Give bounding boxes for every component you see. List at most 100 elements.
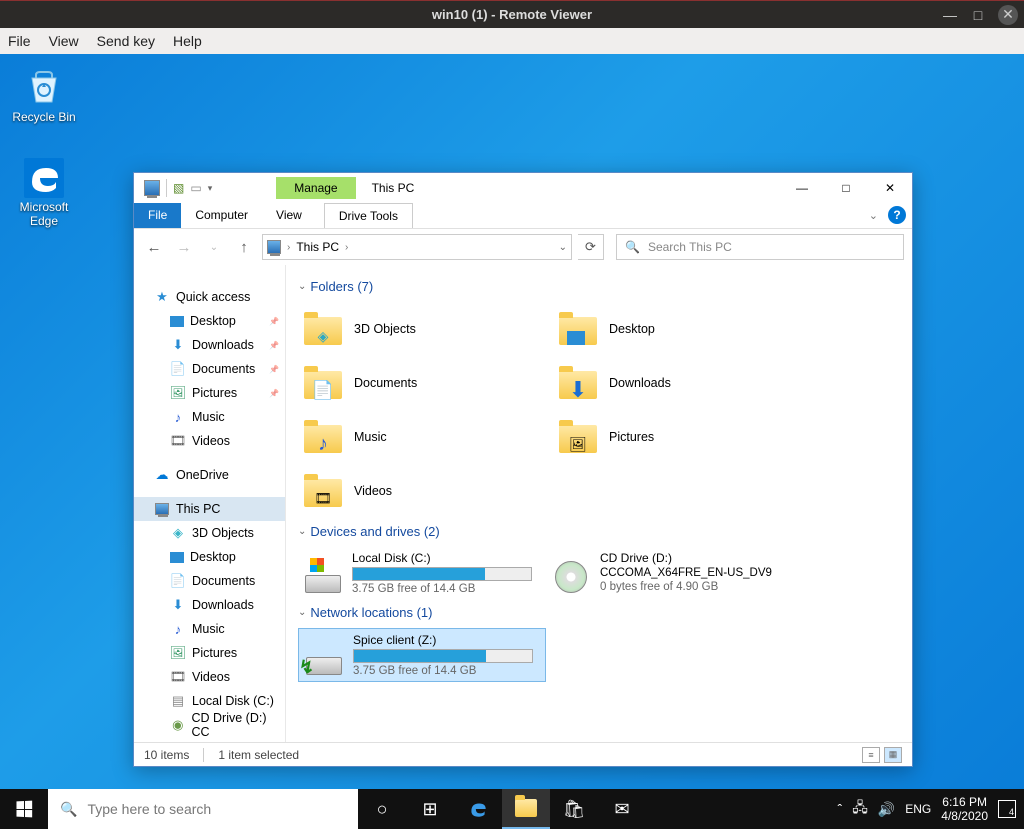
nav-qa-videos[interactable]: 🎞Videos — [134, 429, 285, 453]
taskbar-explorer-button[interactable] — [502, 789, 550, 829]
address-bar[interactable]: › This PC › ⌄ — [262, 234, 572, 260]
nav-recent-dropdown[interactable]: ⌄ — [202, 235, 226, 259]
rv-close-button[interactable]: ✕ — [998, 5, 1018, 25]
folder-videos[interactable]: 🎞Videos — [298, 464, 553, 518]
taskbar-store-button[interactable]: 🛍 — [550, 789, 598, 829]
disc-icon: ◉ — [170, 717, 186, 733]
folder-3d-objects[interactable]: ◈3D Objects — [298, 302, 553, 356]
nav-pc-desktop[interactable]: Desktop — [134, 545, 285, 569]
taskbar-search-input[interactable]: 🔍 Type here to search — [48, 789, 358, 829]
action-center-button[interactable]: 4 — [998, 800, 1016, 818]
tray-language[interactable]: ENG — [905, 802, 931, 816]
nav-qa-documents[interactable]: 📄Documents — [134, 357, 285, 381]
nav-qa-downloads[interactable]: ⬇Downloads — [134, 333, 285, 357]
breadcrumb-sep-icon[interactable]: › — [345, 242, 348, 253]
rv-minimize-button[interactable]: — — [936, 1, 964, 29]
drive-local-c[interactable]: Local Disk (C:) 3.75 GB free of 14.4 GB — [298, 547, 546, 599]
taskbar-edge-button[interactable] — [454, 789, 502, 829]
nav-up-button[interactable]: ↑ — [232, 235, 256, 259]
ribbon-tab-computer[interactable]: Computer — [181, 203, 262, 228]
windows-desktop[interactable]: Recycle Bin Microsoft Edge ▧ ▭ ▾ Manage … — [0, 54, 1024, 789]
view-icons-button[interactable]: ▦ — [884, 747, 902, 763]
rv-menu-view[interactable]: View — [49, 33, 79, 49]
ribbon-tab-file[interactable]: File — [134, 203, 181, 228]
desktop-icon — [170, 316, 184, 327]
nav-qa-music[interactable]: ♪Music — [134, 405, 285, 429]
view-details-button[interactable]: ≡ — [862, 747, 880, 763]
rv-menu-file[interactable]: File — [8, 33, 31, 49]
nav-pc-music[interactable]: ♪Music — [134, 617, 285, 641]
drive-spice-z[interactable]: Spice client (Z:) 3.75 GB free of 14.4 G… — [298, 628, 546, 682]
start-button[interactable] — [0, 789, 48, 829]
ribbon-context-manage[interactable]: Manage — [276, 177, 355, 199]
folder-icon: 🖼 — [557, 417, 601, 457]
explorer-system-icon[interactable] — [144, 180, 160, 196]
ribbon-expand-icon[interactable]: ⌄ — [869, 209, 878, 222]
desktop-icon-edge[interactable]: Microsoft Edge — [6, 158, 82, 228]
drive-usage-bar — [352, 567, 532, 581]
music-icon: ♪ — [170, 409, 186, 425]
nav-forward-button[interactable]: → — [172, 235, 196, 259]
nav-qa-desktop[interactable]: Desktop — [134, 309, 285, 333]
nav-back-button[interactable]: ← — [142, 235, 166, 259]
group-drives-header[interactable]: ⌄Devices and drives (2) — [298, 524, 900, 539]
drive-cd-d[interactable]: CD Drive (D:) CCCOMA_X64FRE_EN-US_DV9 0 … — [546, 547, 794, 599]
taskbar-taskview-button[interactable]: ⊞ — [406, 789, 454, 829]
folder-desktop[interactable]: Desktop — [553, 302, 808, 356]
nav-pc-documents[interactable]: 📄Documents — [134, 569, 285, 593]
group-folders-header[interactable]: ⌄Folders (7) — [298, 279, 900, 294]
rv-maximize-button[interactable]: □ — [964, 1, 992, 29]
ribbon-tab-view[interactable]: View — [262, 203, 316, 228]
breadcrumb-sep-icon[interactable]: › — [287, 242, 290, 253]
explorer-ribbon: File Computer View Drive Tools ⌄ ? — [134, 203, 912, 229]
ribbon-tab-drive-tools[interactable]: Drive Tools — [324, 203, 413, 228]
nav-quick-access[interactable]: ★Quick access — [134, 285, 285, 309]
tray-network-icon[interactable]: 🖧 — [852, 797, 868, 821]
content-pane[interactable]: ⌄Folders (7) ◈3D Objects Desktop 📄Docume… — [286, 265, 912, 742]
explorer-window: ▧ ▭ ▾ Manage This PC — □ ✕ File Computer… — [133, 172, 913, 767]
recycle-bin-icon — [22, 64, 66, 108]
explorer-maximize-button[interactable]: □ — [824, 173, 868, 203]
folder-downloads[interactable]: ⬇Downloads — [553, 356, 808, 410]
desktop-icon-recycle-bin[interactable]: Recycle Bin — [6, 64, 82, 124]
nav-pc-cddrive[interactable]: ◉CD Drive (D:) CC — [134, 713, 285, 737]
nav-qa-pictures[interactable]: 🖼Pictures — [134, 381, 285, 405]
breadcrumb-root[interactable]: This PC — [296, 240, 339, 254]
nav-pc-localdisk[interactable]: ▤Local Disk (C:) — [134, 689, 285, 713]
group-network-header[interactable]: ⌄Network locations (1) — [298, 605, 900, 620]
taskbar-cortana-button[interactable]: ○ — [358, 789, 406, 829]
rv-menu-sendkey[interactable]: Send key — [97, 33, 155, 49]
nav-pc-videos[interactable]: 🎞Videos — [134, 665, 285, 689]
taskbar-mail-button[interactable]: ✉ — [598, 789, 646, 829]
documents-icon: 📄 — [170, 573, 186, 589]
nav-onedrive[interactable]: ☁OneDrive — [134, 463, 285, 487]
folder-music[interactable]: ♪Music — [298, 410, 553, 464]
nav-pc-pictures[interactable]: 🖼Pictures — [134, 641, 285, 665]
folder-pictures[interactable]: 🖼Pictures — [553, 410, 808, 464]
qat-newfolder-icon[interactable]: ▭ — [190, 181, 201, 195]
explorer-minimize-button[interactable]: — — [780, 173, 824, 203]
folder-icon: ◈ — [302, 309, 346, 349]
explorer-close-button[interactable]: ✕ — [868, 173, 912, 203]
tray-overflow-icon[interactable]: ˆ — [838, 801, 843, 817]
nav-this-pc[interactable]: This PC — [134, 497, 285, 521]
search-input[interactable]: 🔍 Search This PC — [616, 234, 904, 260]
nav-pc-downloads[interactable]: ⬇Downloads — [134, 593, 285, 617]
address-dropdown-icon[interactable]: ⌄ — [559, 242, 567, 253]
help-icon[interactable]: ? — [888, 206, 906, 224]
rv-menu-help[interactable]: Help — [173, 33, 202, 49]
navigation-pane[interactable]: ★Quick access Desktop ⬇Downloads 📄Docume… — [134, 265, 286, 742]
refresh-button[interactable]: ⟳ — [578, 234, 604, 260]
desktop-icon-label: Microsoft Edge — [6, 200, 82, 228]
qat-dropdown-icon[interactable]: ▾ — [208, 183, 213, 194]
nav-pc-3dobjects[interactable]: ◈3D Objects — [134, 521, 285, 545]
drive-icon: ▤ — [170, 693, 186, 709]
folder-icon: 🎞 — [302, 471, 346, 511]
search-placeholder: Search This PC — [648, 240, 732, 254]
qat-properties-icon[interactable]: ▧ — [173, 181, 184, 195]
explorer-titlebar[interactable]: ▧ ▭ ▾ Manage This PC — □ ✕ — [134, 173, 912, 203]
folder-documents[interactable]: 📄Documents — [298, 356, 553, 410]
tray-volume-icon[interactable]: 🔊 — [878, 801, 895, 818]
downloads-icon: ⬇ — [170, 337, 186, 353]
tray-clock[interactable]: 6:16 PM 4/8/2020 — [941, 795, 988, 824]
